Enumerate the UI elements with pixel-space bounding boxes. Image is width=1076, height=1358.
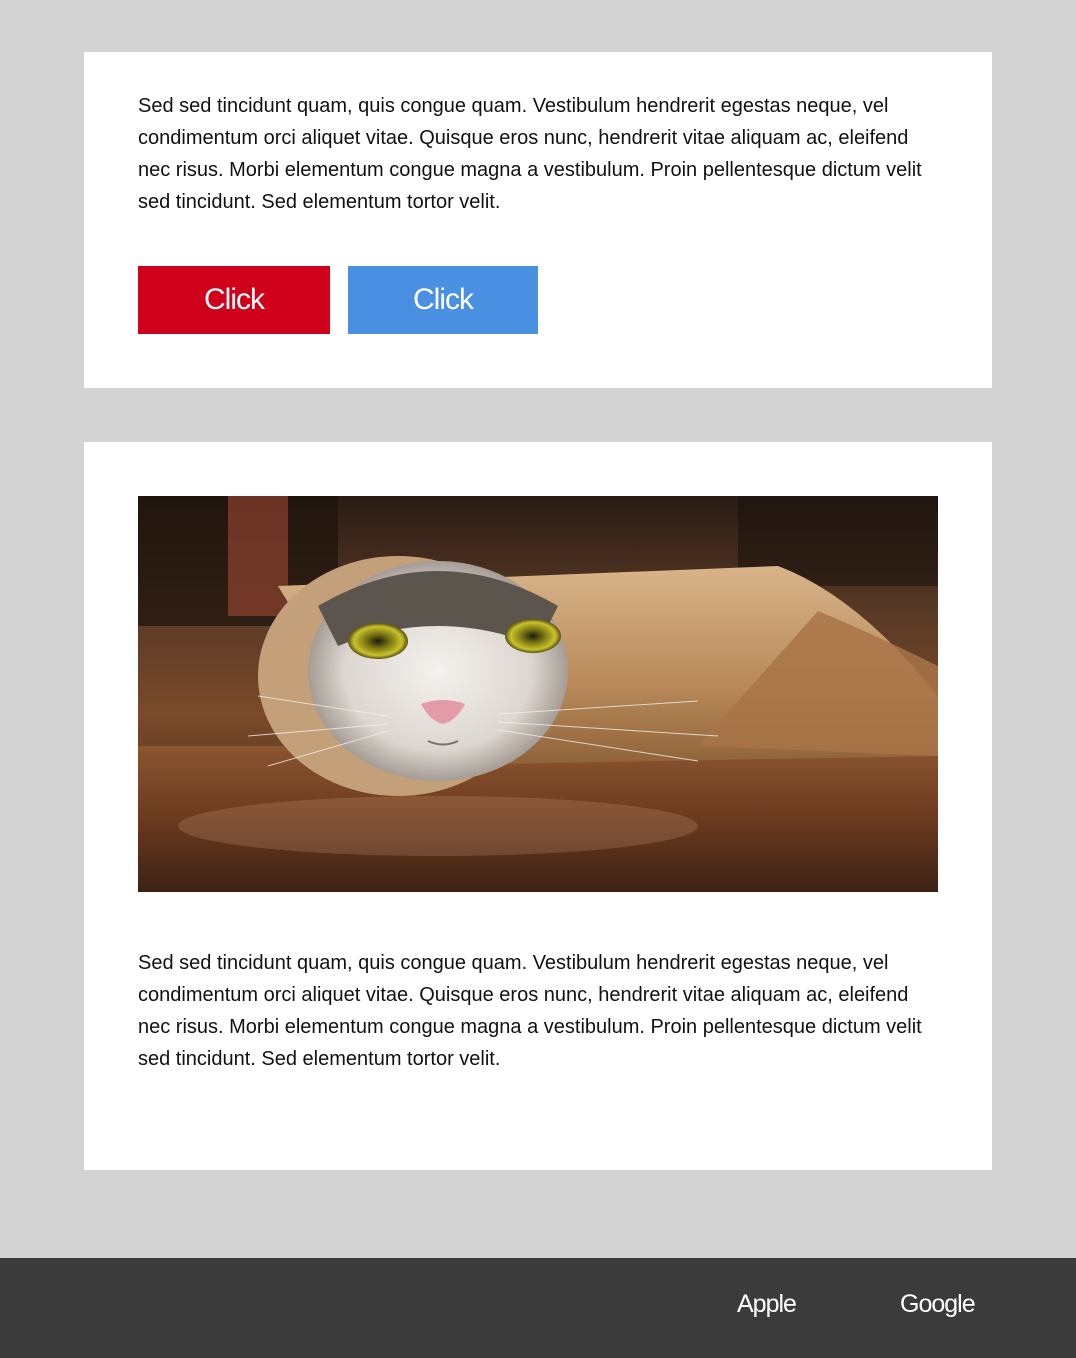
footer-link-apple[interactable]: Apple xyxy=(737,1290,797,1319)
content-card-bottom: Sed sed tincidunt quam, quis congue quam… xyxy=(84,442,992,1170)
blue-click-button[interactable]: Click xyxy=(348,266,538,334)
content-card-top: Sed sed tincidunt quam, quis congue quam… xyxy=(84,52,992,388)
footer: Apple Google xyxy=(0,1258,1076,1358)
cat-photo xyxy=(138,496,938,892)
card-paragraph: Sed sed tincidunt quam, quis congue quam… xyxy=(138,952,922,1070)
footer-link-google[interactable]: Google xyxy=(900,1290,976,1319)
card-paragraph: Sed sed tincidunt quam, quis congue quam… xyxy=(138,95,922,213)
red-click-button[interactable]: Click xyxy=(138,266,330,334)
